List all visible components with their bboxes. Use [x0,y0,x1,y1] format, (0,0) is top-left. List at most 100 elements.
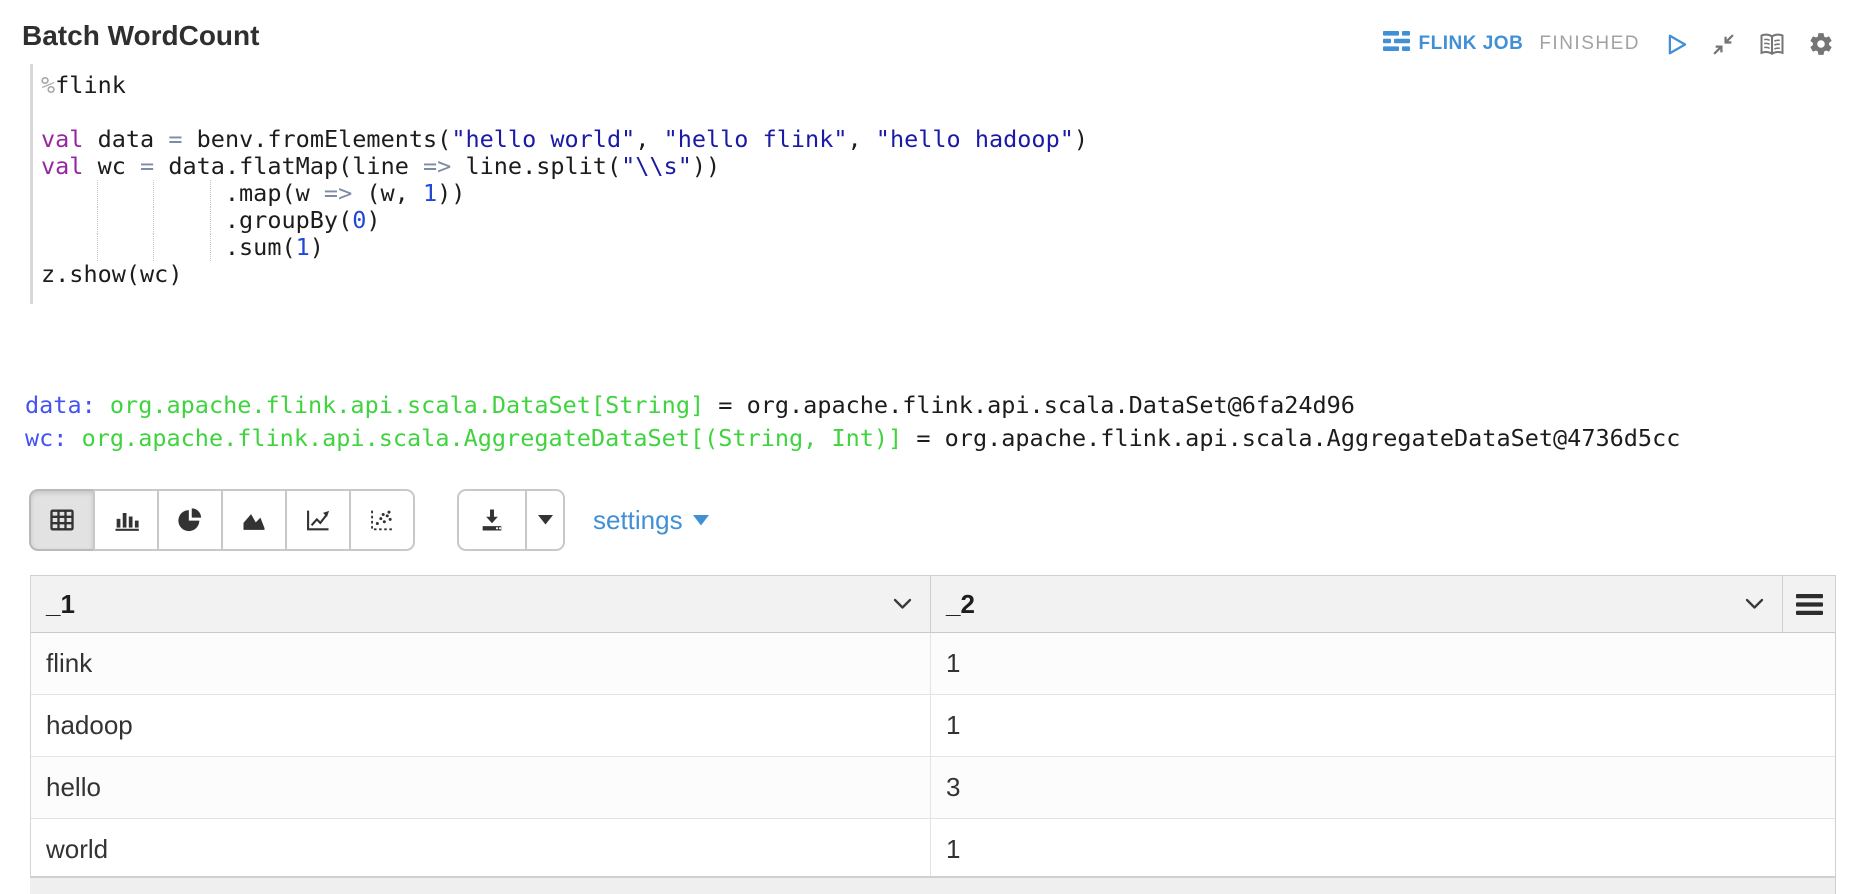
bar-chart-icon [111,506,141,534]
code-token: org.apache.flink.api.scala.AggregateData… [82,424,903,452]
table-cell: hello [31,757,931,818]
chart-type-table-button[interactable] [29,489,95,551]
download-options-button[interactable] [525,489,565,551]
paragraph-settings-button[interactable] [1808,31,1834,57]
code-token: wc: [25,424,67,452]
code-token: .groupBy( [211,206,352,234]
chart-type-scatter-chart-button[interactable] [349,489,415,551]
code-token: val [41,152,83,180]
code-token [96,391,110,419]
code-editor[interactable]: %flinkval data = benv.fromElements("hell… [30,64,1641,304]
show-editor-button[interactable] [1758,31,1786,57]
caret-down-icon [538,515,553,525]
flink-job-icon [1383,31,1410,57]
settings-label: settings [593,505,683,536]
code-token: 0 [352,206,366,234]
download-button[interactable] [457,489,527,551]
code-token: % [41,71,55,99]
code-token: = [168,125,182,153]
collapse-button[interactable] [1711,32,1736,57]
result-line: data: org.apache.flink.api.scala.DataSet… [25,389,1680,422]
table-cell: flink [31,633,931,694]
indent-guide [98,180,155,207]
code-token: val [41,125,83,153]
code-line: z.show(wc) [41,261,1641,288]
code-token: (w, [352,179,423,207]
chart-type-group [29,489,415,551]
code-line: %flink [41,72,1641,99]
code-line: .groupBy(0) [41,207,1641,234]
table-body: flink1hadoop1hello3world1 [31,633,1835,881]
indent-guide [154,207,211,234]
code-line: val wc = data.flatMap(line => line.split… [41,153,1641,180]
code-token: "hello world" [451,125,635,153]
code-token: org.apache.flink.api.scala.DataSet[Strin… [110,391,704,419]
indent-guide [154,180,211,207]
code-token: , [848,125,876,153]
download-icon [477,506,507,534]
indent-guide [41,207,98,234]
gear-icon [1808,31,1834,57]
code-token: line.split( [451,152,621,180]
chevron-down-icon[interactable] [1745,598,1764,610]
code-line: val data = benv.fromElements("hello worl… [41,126,1641,153]
indent-guide [154,234,211,261]
column-label: _1 [46,589,75,620]
line-chart-icon [303,506,333,534]
code-token: data.flatMap(line [154,152,423,180]
result-output: data: org.apache.flink.api.scala.DataSet… [25,389,1680,455]
table-menu-button[interactable] [1783,576,1835,632]
flink-job-link[interactable]: FLINK JOB [1383,31,1524,57]
table-row: flink1 [31,633,1835,695]
column-label: _2 [946,589,975,620]
table-row: hadoop1 [31,695,1835,757]
code-token: ) [1074,125,1088,153]
flink-job-label: FLINK JOB [1419,33,1524,55]
settings-dropdown[interactable]: settings [593,489,709,551]
paragraph-title: Batch WordCount [22,20,259,52]
book-icon [1758,31,1786,57]
indent-guide [41,234,98,261]
code-token: wc [83,152,140,180]
column-header-_2[interactable]: _2 [931,576,1783,632]
chart-type-area-chart-button[interactable] [221,489,287,551]
code-token: )) [437,179,465,207]
column-header-_1[interactable]: _1 [31,576,931,632]
code-token: flink [55,71,126,99]
chart-type-line-chart-button[interactable] [285,489,351,551]
run-button[interactable] [1662,31,1689,58]
code-token: 1 [296,233,310,261]
code-token: .map(w [211,179,324,207]
code-token: data: [25,391,96,419]
code-token: => [324,179,352,207]
result-line: wc: org.apache.flink.api.scala.Aggregate… [25,422,1680,455]
chart-type-pie-chart-button[interactable] [157,489,223,551]
table-header-row: _1 _2 [31,576,1835,633]
table-icon [47,506,77,534]
table-row: world1 [31,819,1835,881]
chevron-down-icon[interactable] [893,598,912,610]
paragraph-status: FINISHED [1539,33,1640,55]
code-token: "hello flink" [664,125,848,153]
code-token: z.show(wc) [41,260,182,288]
menu-icon [1796,594,1823,615]
code-line [41,99,1641,126]
code-token: 1 [423,179,437,207]
code-token [67,424,81,452]
paragraph-controls: FLINK JOB FINISHED [1383,28,1834,60]
indent-guide [98,234,155,261]
code-token: ) [366,206,380,234]
code-token: "hello hadoop" [876,125,1074,153]
table-cell: 1 [931,633,1835,694]
chart-type-bar-chart-button[interactable] [93,489,159,551]
code-line: .sum(1) [41,234,1641,261]
result-toolbar: settings [29,489,709,551]
play-icon [1662,31,1689,58]
table-scrollbar-gutter [1835,575,1860,894]
table-cell: world [31,819,931,880]
code-token: data [83,125,168,153]
code-token: = org.apache.flink.api.scala.AggregateDa… [902,424,1680,452]
indent-guide [41,180,98,207]
code-token: benv.fromElements( [183,125,452,153]
pie-chart-icon [175,506,205,534]
